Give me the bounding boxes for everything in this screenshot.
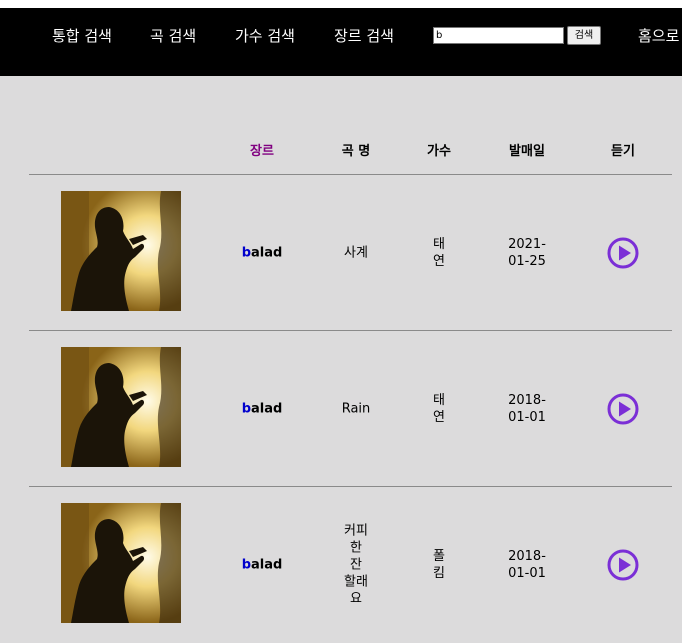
table-row: balad 커피 한 잔 할래요 폴킴 2018-01-01	[0, 487, 682, 643]
album-cover-image	[61, 191, 181, 311]
header-singer: 가수	[427, 144, 451, 159]
play-circle-icon[interactable]	[607, 549, 639, 581]
genre-cell: balad	[241, 245, 283, 261]
header-release: 발매일	[509, 144, 545, 159]
header-title: 곡 명	[341, 144, 371, 159]
singer-name: 태연	[433, 237, 445, 269]
table-row: balad Rain 태연 2018-01-01	[0, 331, 682, 487]
play-circle-icon[interactable]	[607, 393, 639, 425]
top-navbar: 통합 검색 곡 검색 가수 검색 장르 검색 검색 홈으로	[0, 8, 682, 76]
nav-song-search[interactable]: 곡 검색	[150, 25, 196, 46]
search-input[interactable]	[433, 27, 564, 44]
release-date: 2018-01-01	[508, 549, 546, 581]
nav-home-link[interactable]: 홈으로	[638, 25, 679, 46]
header-genre: 장르	[250, 144, 274, 159]
nav-integrated-search[interactable]: 통합 검색	[52, 25, 112, 46]
song-title: 커피 한 잔 할래요	[344, 523, 368, 607]
genre-cell: balad	[241, 557, 283, 573]
header-listen: 듣기	[611, 144, 635, 159]
song-title: Rain	[341, 401, 371, 417]
singer-name: 폴킴	[433, 549, 445, 581]
singer-name: 태연	[433, 393, 445, 425]
release-date: 2018-01-01	[508, 393, 546, 425]
table-row: balad 사계 태연 2021-01-25	[0, 175, 682, 331]
genre-cell: balad	[241, 401, 283, 417]
nav-singer-search[interactable]: 가수 검색	[235, 25, 295, 46]
nav-genre-search[interactable]: 장르 검색	[334, 25, 394, 46]
release-date: 2021-01-25	[508, 237, 546, 269]
top-strip	[0, 0, 682, 8]
album-cover-image	[61, 347, 181, 467]
search-button[interactable]: 검색	[567, 26, 601, 45]
play-circle-icon[interactable]	[607, 237, 639, 269]
song-title: 사계	[344, 245, 368, 261]
album-cover-image	[61, 503, 181, 623]
table-header: 장르 곡 명 가수 발매일 듣기	[0, 140, 682, 160]
